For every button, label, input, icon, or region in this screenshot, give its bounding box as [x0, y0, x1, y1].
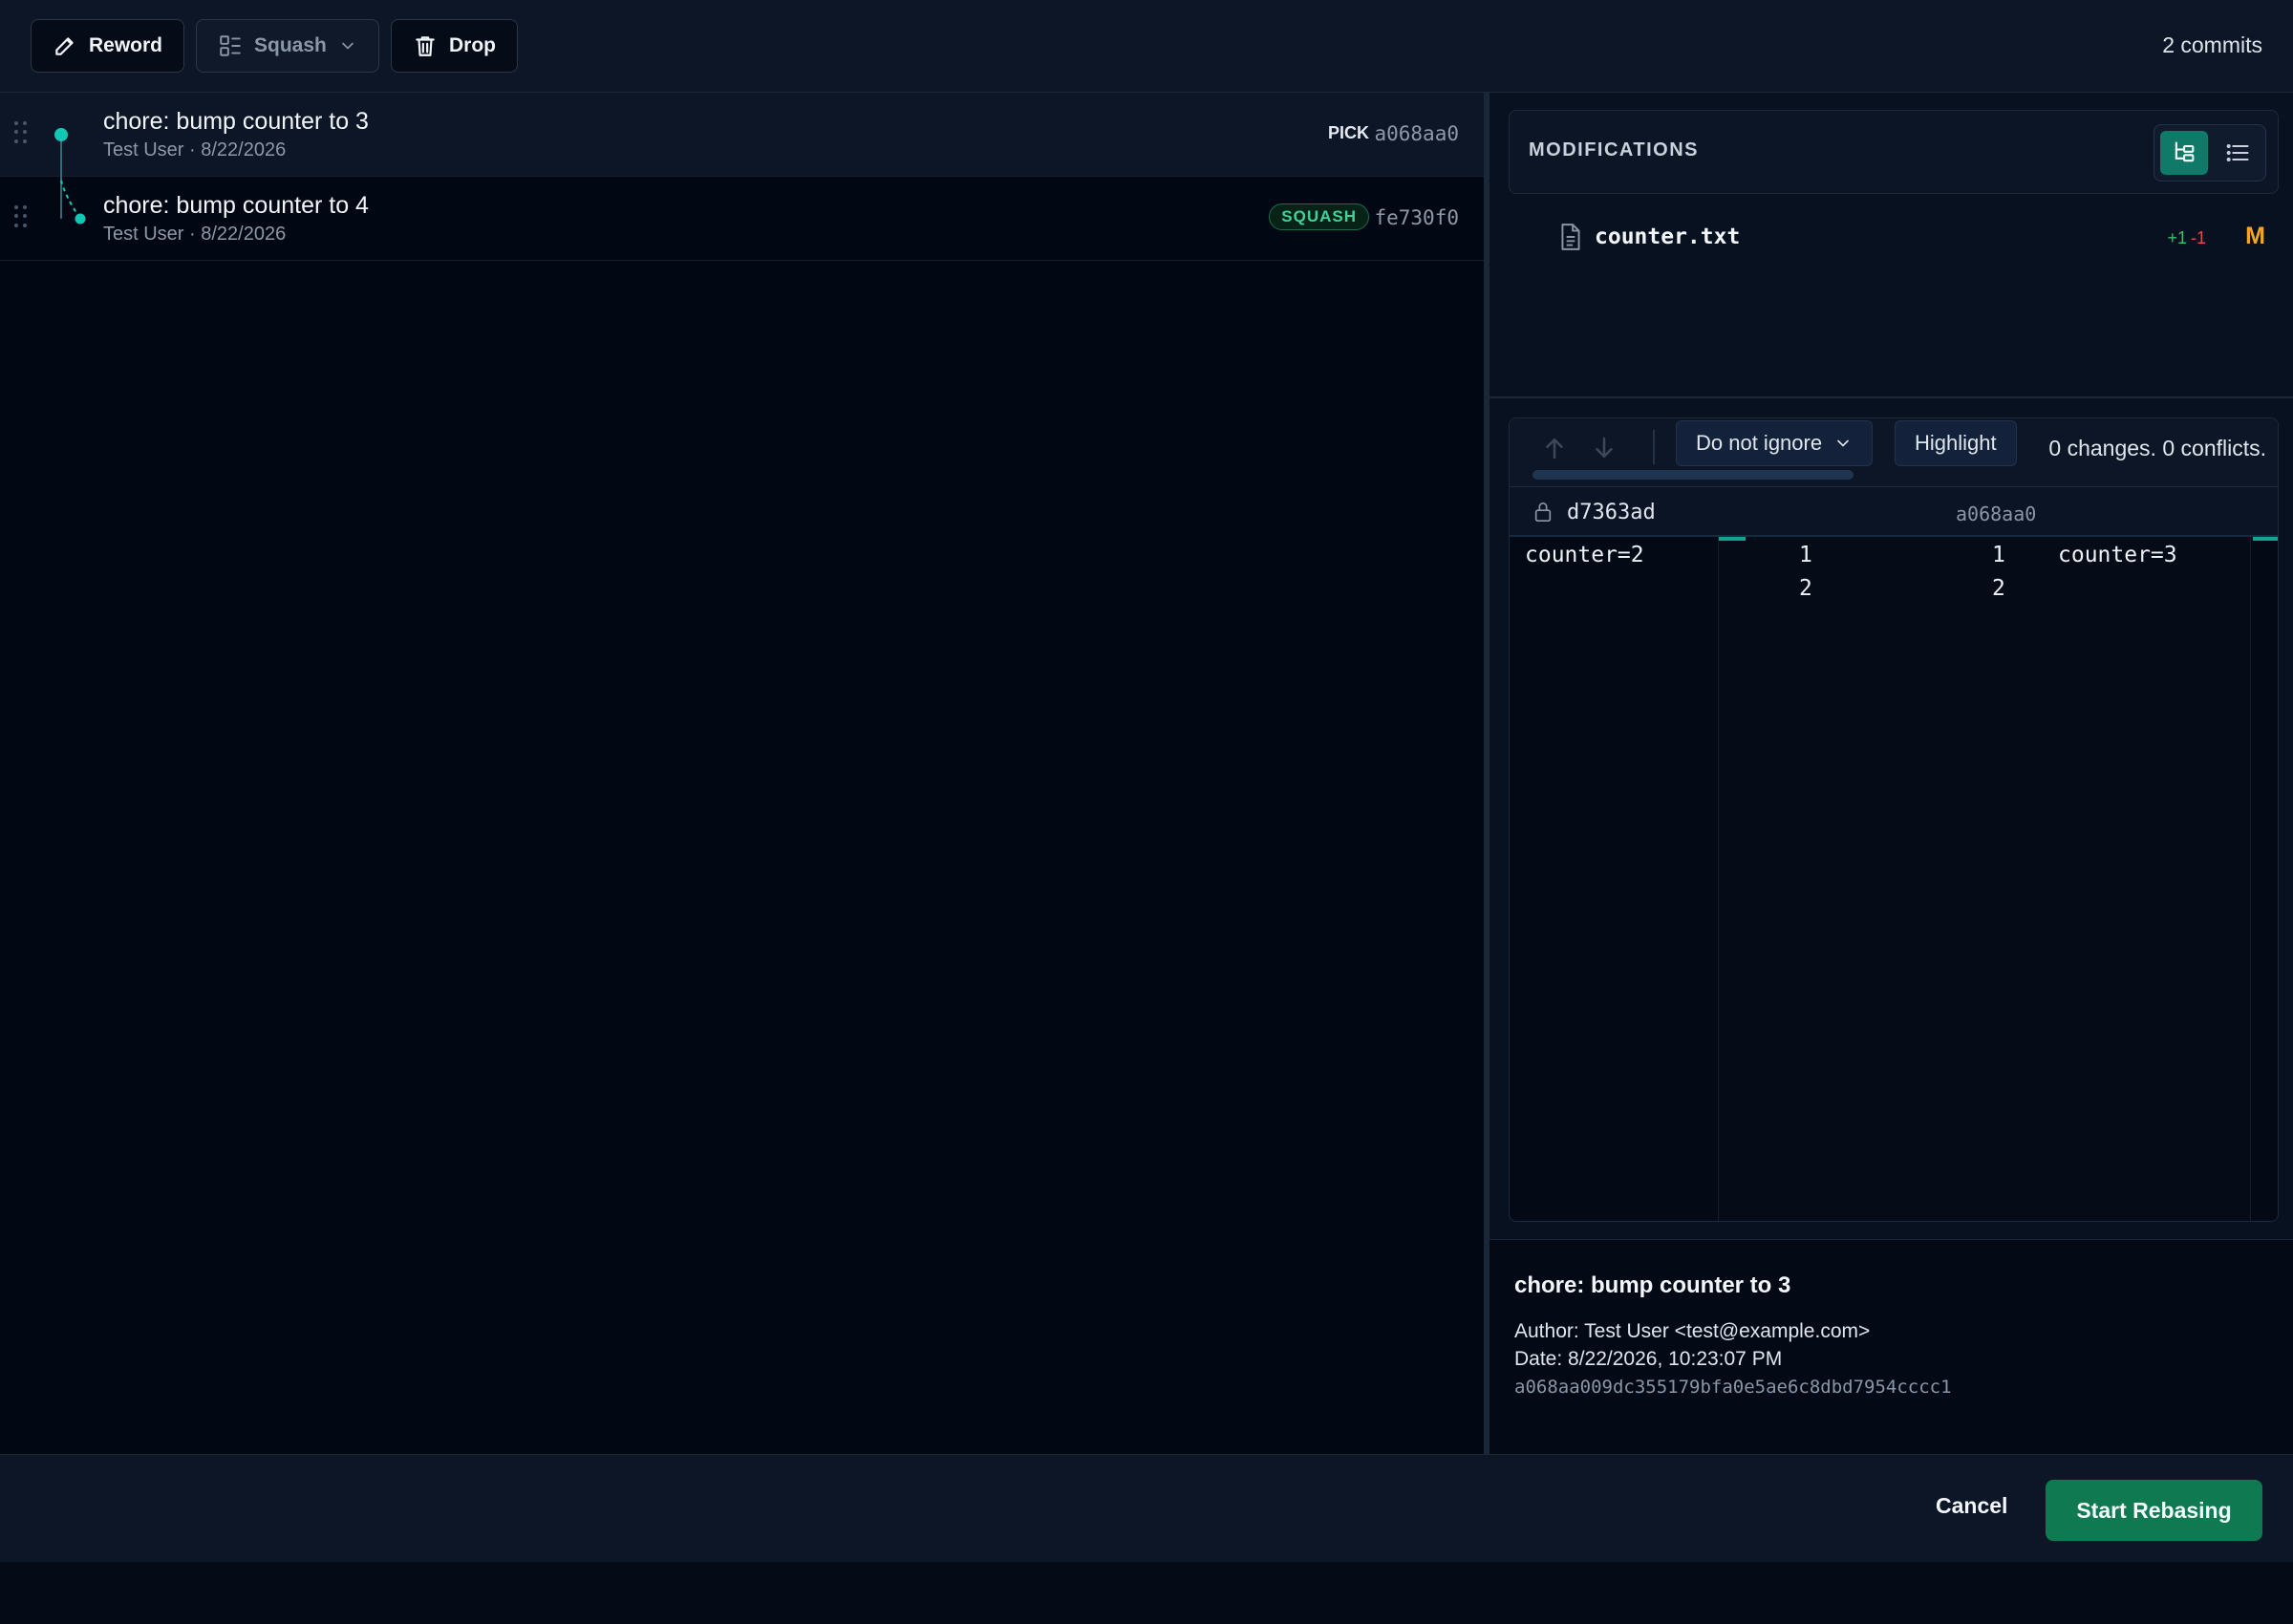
- bottom-strip: [0, 1562, 2293, 1624]
- commit-title: chore: bump counter to 3: [103, 108, 369, 135]
- commit-count: 2 commits: [2162, 32, 2262, 57]
- commit-meta: Test User · 8/22/2026: [103, 139, 287, 160]
- lock-icon: [1534, 502, 1552, 522]
- tree-view-button[interactable]: [2160, 131, 2208, 175]
- commit-row[interactable]: chore: bump counter to 4 Test User · 8/2…: [0, 177, 1484, 261]
- toolbar-divider: [1653, 430, 1655, 464]
- change-marker: [1719, 537, 1746, 541]
- pane-resizer-horizontal[interactable]: [1489, 396, 2293, 398]
- squash-dropdown-button[interactable]: Squash: [196, 19, 379, 73]
- tree-view-icon: [2175, 141, 2195, 162]
- diff-toolbar: Do not ignore Highlight 0 changes. 0 con…: [1510, 418, 2278, 487]
- reword-button[interactable]: Reword: [31, 19, 185, 73]
- drop-label: Drop: [449, 34, 496, 56]
- commit-title: chore: bump counter to 4: [103, 192, 369, 219]
- commit-list: chore: bump counter to 3 Test User · 8/2…: [0, 93, 1484, 1454]
- drag-handle-icon[interactable]: [14, 121, 28, 144]
- file-item[interactable]: counter.txt +1 -1 M: [1558, 219, 2265, 257]
- list-icon: [2226, 144, 2249, 161]
- diff-status: 0 changes. 0 conflicts.: [2039, 436, 2266, 461]
- drop-button[interactable]: Drop: [391, 19, 518, 73]
- diff-options-scroller: Do not ignore Highlight: [1676, 420, 2039, 466]
- file-additions: +1: [2167, 228, 2187, 247]
- start-rebasing-button[interactable]: Start Rebasing: [2046, 1480, 2262, 1541]
- file-deletions: -1: [2190, 228, 2206, 247]
- commit-hash: a068aa0: [1374, 122, 1459, 145]
- commit-details-author: Author: Test User <test@example.com>: [1514, 1320, 1871, 1342]
- reword-label: Reword: [89, 34, 163, 56]
- diff-body: counter=2 1 2 1 2 counter=3: [1510, 537, 2278, 1221]
- whitespace-select-value: Do not ignore: [1696, 431, 1823, 455]
- commit-details-date: Date: 8/22/2026, 10:23:07 PM: [1514, 1348, 1783, 1370]
- file-status-badge: M: [2245, 223, 2265, 249]
- commit-details-hash: a068aa009dc355179bfa0e5ae6c8dbd7954cccc1: [1514, 1377, 1952, 1398]
- pencil-icon: [55, 37, 74, 55]
- left-line-number: 1: [1799, 543, 1812, 567]
- horizontal-scrollbar[interactable]: [1532, 470, 1854, 480]
- view-toggle: [2154, 124, 2266, 182]
- commit-meta: Test User · 8/22/2026: [103, 224, 287, 245]
- drag-handle-icon[interactable]: [14, 205, 28, 228]
- cancel-button[interactable]: Cancel: [1936, 1493, 2007, 1519]
- list-view-button[interactable]: [2214, 131, 2261, 175]
- arrow-down-icon[interactable]: [1590, 434, 1618, 462]
- arrow-up-icon[interactable]: [1540, 434, 1569, 462]
- commit-details: chore: bump counter to 3 Author: Test Us…: [1489, 1239, 2293, 1454]
- trash-icon: [416, 36, 435, 56]
- modifications-title: MODIFICATIONS: [1529, 139, 1700, 160]
- footer: Cancel Start Rebasing: [0, 1454, 2293, 1562]
- diff-gutter: 1 2 1 2: [1718, 537, 2251, 1221]
- commit-details-title: chore: bump counter to 3: [1514, 1272, 1791, 1298]
- whitespace-select[interactable]: Do not ignore: [1676, 420, 1874, 466]
- diff-header: d7363ad a068aa0: [1510, 487, 2278, 537]
- commit-node-icon: [54, 128, 68, 141]
- toolbar: Reword Squash Drop 2 commits: [0, 0, 2293, 93]
- chevron-down-icon: [342, 42, 354, 50]
- squash-label: Squash: [254, 34, 327, 56]
- chevron-down-icon: [1837, 439, 1849, 447]
- file-icon: [1561, 224, 1580, 250]
- details-pane: MODIFICATIONS counter.txt +1 -1 M Do not…: [1489, 93, 2293, 1454]
- diff-viewer: Do not ignore Highlight 0 changes. 0 con…: [1509, 417, 2279, 1222]
- commit-row[interactable]: chore: bump counter to 3 Test User · 8/2…: [0, 93, 1484, 177]
- base-commit-hash: d7363ad: [1567, 501, 1656, 524]
- right-line-number: 1: [1992, 543, 2005, 567]
- left-line-number: 2: [1799, 576, 1812, 601]
- modifications-header: MODIFICATIONS: [1509, 110, 2279, 194]
- commit-hash: fe730f0: [1374, 206, 1459, 229]
- change-marker: [2253, 537, 2278, 541]
- commit-action-squash[interactable]: SQUASH: [1269, 203, 1369, 230]
- file-name: counter.txt: [1595, 224, 1741, 249]
- commit-graph: [54, 128, 86, 224]
- highlight-select-value: Highlight: [1915, 431, 1997, 455]
- left-code-line: counter=2: [1525, 543, 1644, 567]
- target-commit-hash: a068aa0: [1956, 502, 2037, 525]
- highlight-select[interactable]: Highlight: [1895, 420, 2017, 466]
- right-line-number: 2: [1992, 576, 2005, 601]
- commit-action-pick[interactable]: PICK: [1328, 123, 1369, 143]
- commit-node-icon: [75, 213, 86, 224]
- squash-icon: [220, 35, 241, 56]
- right-code-line: counter=3: [2058, 543, 2177, 567]
